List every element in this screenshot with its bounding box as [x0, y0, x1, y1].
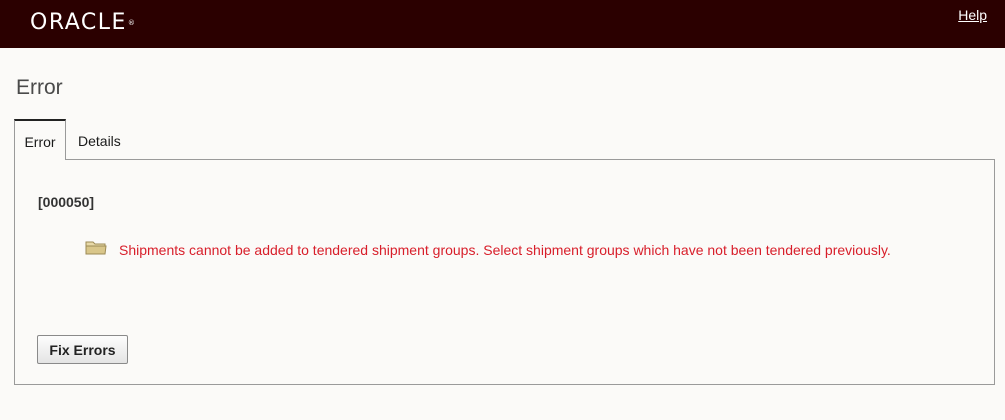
logo-text: ORACLE — [30, 10, 127, 35]
tab-details[interactable]: Details — [78, 119, 121, 159]
error-panel: [000050] Shipments cannot be added to te… — [14, 159, 995, 385]
error-code: [000050] — [38, 194, 95, 210]
header-bar: ORACLE® Help — [0, 0, 1005, 48]
fix-errors-button[interactable]: Fix Errors — [37, 335, 128, 364]
tab-error[interactable]: Error — [14, 119, 66, 160]
error-message: Shipments cannot be added to tendered sh… — [119, 242, 891, 258]
logo-registered-mark: ® — [127, 19, 135, 27]
oracle-logo: ORACLE® — [30, 9, 135, 37]
folder-icon — [85, 241, 107, 255]
help-link[interactable]: Help — [958, 7, 987, 23]
page-title: Error — [16, 76, 63, 99]
